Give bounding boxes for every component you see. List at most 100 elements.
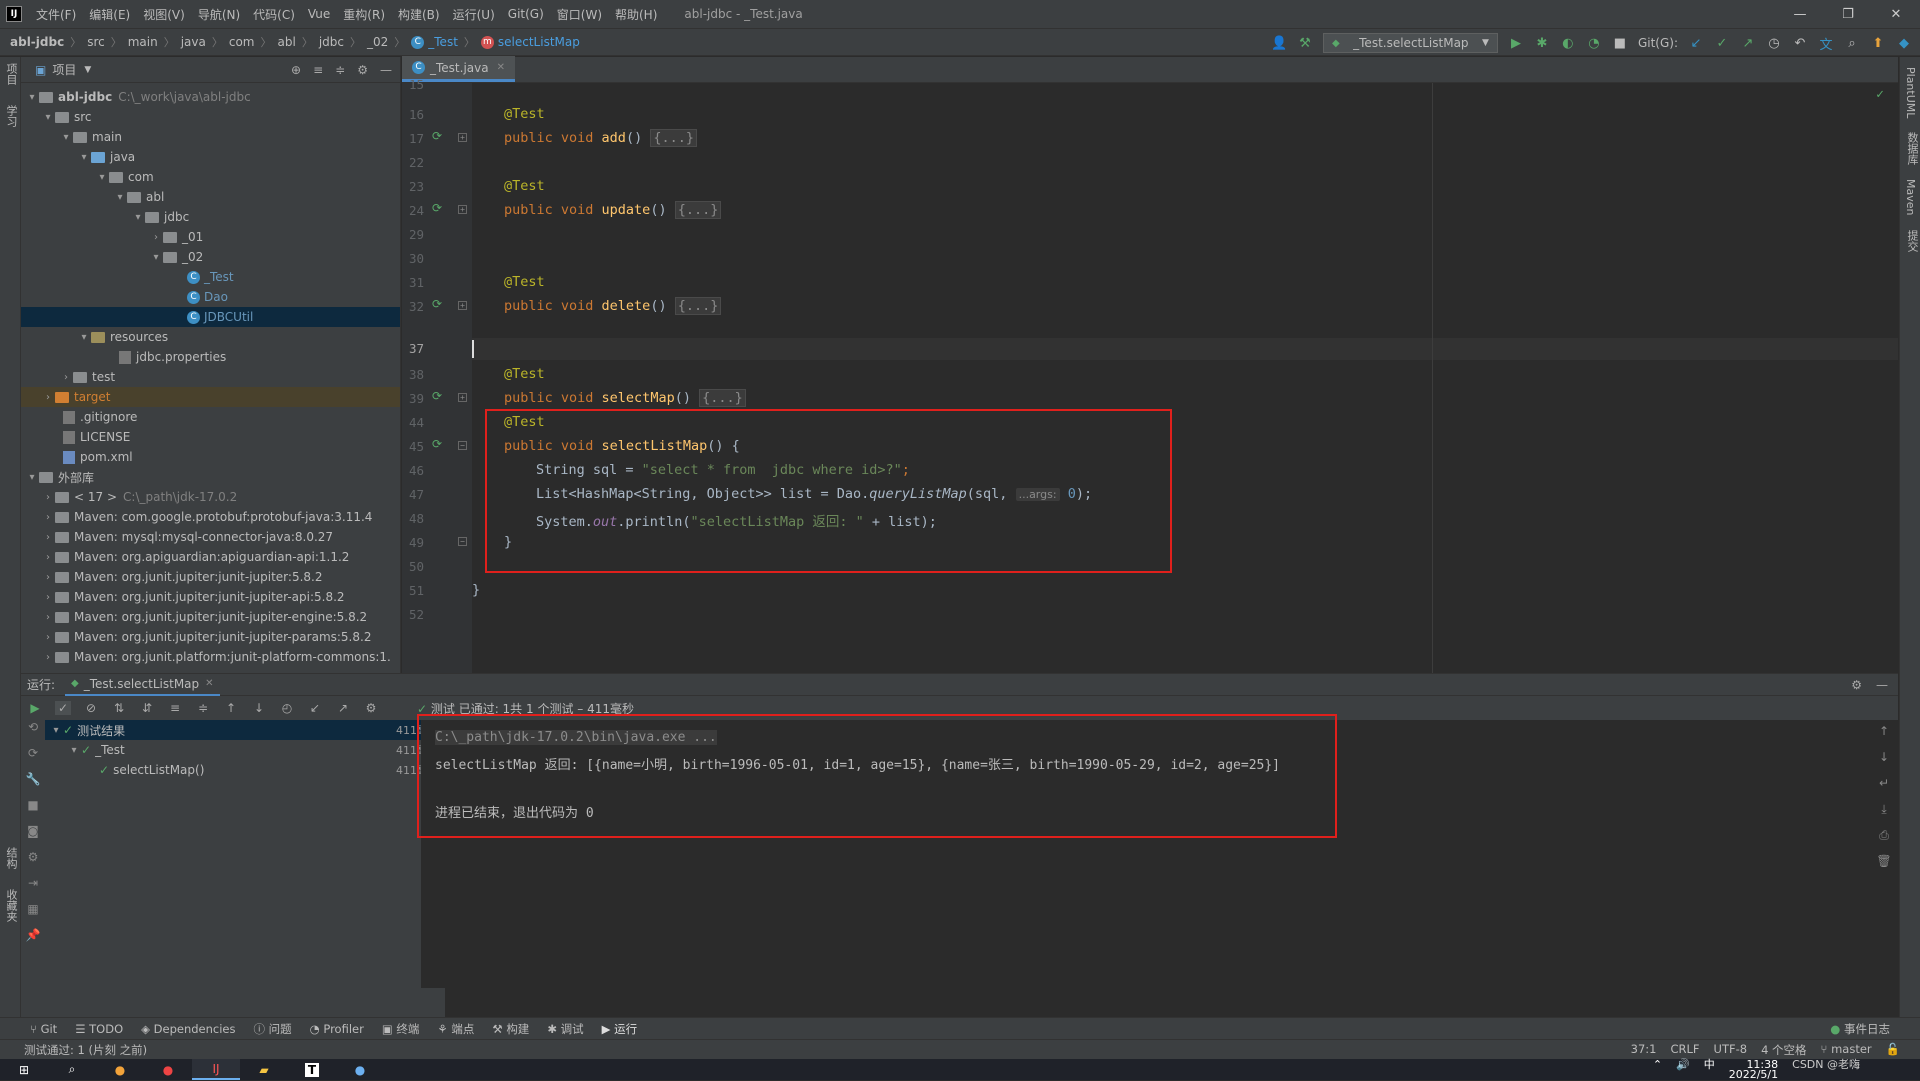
fold-icon[interactable]: +: [458, 133, 467, 142]
close-tab-icon[interactable]: ✕: [205, 678, 213, 689]
menu-file[interactable]: 文件(F): [36, 6, 76, 23]
menu-git[interactable]: Git(G): [508, 7, 544, 21]
run-test-gutter-icon[interactable]: ⟳: [432, 129, 442, 143]
breadcrumb-jdbc[interactable]: jdbc: [319, 35, 344, 49]
breadcrumb-class[interactable]: _Test: [428, 35, 458, 49]
run-tab[interactable]: ◆ _Test.selectListMap ✕: [65, 674, 220, 696]
tool-maven[interactable]: Maven: [1904, 179, 1917, 215]
show-passed-icon[interactable]: ✓: [55, 701, 71, 715]
breadcrumb-method[interactable]: selectListMap: [498, 35, 580, 49]
tool-commit[interactable]: 提交: [1904, 230, 1920, 252]
tree-node-lib[interactable]: › Maven: mysql:mysql-connector-java:8.0.2…: [21, 527, 400, 547]
tree-node-com[interactable]: ▾ com: [21, 167, 400, 187]
console-output[interactable]: C:\_path\jdk-17.0.2\bin\java.exe ... sel…: [417, 714, 1876, 988]
menu-code[interactable]: 代码(C): [253, 6, 295, 23]
wrench-icon[interactable]: 🔧: [21, 772, 45, 798]
tree-node-lib[interactable]: › Maven: org.junit.jupiter:junit-jupiter:…: [21, 567, 400, 587]
history-icon[interactable]: ◷: [1766, 36, 1782, 51]
close-icon[interactable]: ✕: [1872, 0, 1920, 28]
toggle-auto-test-icon[interactable]: ⟳: [21, 746, 45, 772]
fold-icon[interactable]: −: [458, 537, 467, 546]
profile-icon[interactable]: ◔: [1586, 36, 1602, 51]
fold-icon[interactable]: +: [458, 205, 467, 214]
tree-node-abl[interactable]: ▾ abl: [21, 187, 400, 207]
windows-start-icon[interactable]: ⊞: [0, 1059, 48, 1080]
run-test-gutter-icon[interactable]: ⟳: [432, 389, 442, 403]
tree-node-resources[interactable]: ▾ resources: [21, 327, 400, 347]
prev-failed-icon[interactable]: ↑: [223, 701, 239, 715]
rollback-icon[interactable]: ↶: [1792, 36, 1808, 51]
trash-icon[interactable]: 🗑: [1870, 854, 1898, 880]
collapse-all-icon[interactable]: ≑: [335, 63, 345, 77]
git-branch[interactable]: ⑂ master: [1821, 1042, 1872, 1058]
tool-tab-dependencies[interactable]: ◈ Dependencies: [141, 1022, 235, 1036]
tool-tab-debug[interactable]: ✱ 调试: [547, 1021, 583, 1037]
event-log-button[interactable]: ● 事件日志: [1830, 1021, 1920, 1037]
search-icon[interactable]: ⌕: [1844, 36, 1860, 51]
hide-icon[interactable]: —: [1876, 678, 1888, 692]
exit-icon[interactable]: ⇥: [21, 876, 45, 902]
tree-node-lib[interactable]: › Maven: org.junit.jupiter:junit-jupiter-…: [21, 607, 400, 627]
import-tests-icon[interactable]: ↙: [307, 701, 323, 715]
show-ignored-icon[interactable]: ⊘: [83, 701, 99, 715]
test-class-node[interactable]: ▾ ✓ _Test 411毫秒: [45, 740, 445, 760]
dump-threads-icon[interactable]: ⚙: [21, 850, 45, 876]
tool-tab-terminal[interactable]: ▣ 终端: [382, 1021, 420, 1037]
next-failed-icon[interactable]: ↓: [251, 701, 267, 715]
tree-node-root[interactable]: ▾ abl-jdbc C:\_work\java\abl-jdbc: [21, 87, 400, 107]
explorer-icon[interactable]: ▰: [240, 1059, 288, 1080]
intellij-taskbar-icon[interactable]: IJ: [192, 1059, 240, 1080]
tree-node-src[interactable]: ▾ src: [21, 107, 400, 127]
tree-node-main[interactable]: ▾ main: [21, 127, 400, 147]
tree-node-lib[interactable]: › Maven: org.apiguardian:apiguardian-api:…: [21, 547, 400, 567]
export-tests-icon[interactable]: ↗: [335, 701, 351, 715]
tool-tab-endpoints[interactable]: ⚘ 端点: [437, 1021, 474, 1037]
tree-node-lib[interactable]: › Maven: com.google.protobuf:protobuf-jav…: [21, 507, 400, 527]
breadcrumb-src[interactable]: src: [87, 35, 105, 49]
tree-node-01[interactable]: › _01: [21, 227, 400, 247]
gear-icon[interactable]: ⚙: [1851, 678, 1862, 692]
tree-node-test[interactable]: › test: [21, 367, 400, 387]
app-icon[interactable]: ●: [336, 1059, 384, 1080]
fold-icon[interactable]: +: [458, 301, 467, 310]
run-icon[interactable]: ▶: [1508, 36, 1524, 51]
tool-tab-git[interactable]: ⑂ Git: [30, 1022, 57, 1036]
soft-wrap-icon[interactable]: ↵: [1870, 776, 1898, 802]
expand-all-icon[interactable]: ≡: [313, 63, 323, 77]
sort-alpha-icon[interactable]: ⇅: [111, 701, 127, 715]
tree-node-license[interactable]: LICENSE: [21, 427, 400, 447]
tool-structure[interactable]: 结构: [3, 847, 19, 869]
menu-vue[interactable]: Vue: [308, 7, 330, 21]
tool-favorites[interactable]: 收藏夹: [3, 889, 19, 922]
tree-node-lib[interactable]: › Maven: org.junit.platform:junit-platfor…: [21, 647, 400, 667]
minimize-icon[interactable]: —: [1776, 0, 1824, 28]
line-separator[interactable]: CRLF: [1670, 1042, 1699, 1058]
rerun-failed-icon[interactable]: ⟲: [21, 720, 45, 746]
translate-icon[interactable]: 文: [1818, 34, 1834, 53]
stop-icon[interactable]: ■: [1612, 36, 1628, 51]
test-method-node[interactable]: ✓ selectListMap() 411毫秒: [45, 760, 445, 780]
menu-edit[interactable]: 编辑(E): [89, 6, 130, 23]
menu-navigate[interactable]: 导航(N): [198, 6, 240, 23]
rerun-icon[interactable]: ▶: [27, 701, 43, 715]
tree-node-jdbcutil[interactable]: C JDBCUtil: [21, 307, 400, 327]
tool-tab-build[interactable]: ⚒ 构建: [492, 1021, 529, 1037]
clock[interactable]: ⌃ 🔊 中 11:38 2022/5/1 CSDN @老嗨: [1653, 1059, 1920, 1080]
tree-node-gitignore[interactable]: .gitignore: [21, 407, 400, 427]
build-hammer-icon[interactable]: ⚒: [1297, 36, 1313, 51]
tree-node-external-libs[interactable]: ▾ 外部库: [21, 467, 400, 487]
breadcrumb-main[interactable]: main: [128, 35, 158, 49]
tool-plantuml[interactable]: PlantUML: [1904, 67, 1917, 118]
breadcrumb-java[interactable]: java: [181, 35, 206, 49]
run-test-gutter-icon[interactable]: ⟳: [432, 437, 442, 451]
sort-duration-icon[interactable]: ⇵: [139, 701, 155, 715]
search-icon[interactable]: ⌕: [48, 1059, 96, 1080]
breadcrumb-abl[interactable]: abl: [278, 35, 296, 49]
indent-setting[interactable]: 4 个空格: [1761, 1042, 1806, 1058]
menu-refactor[interactable]: 重构(R): [343, 6, 385, 23]
menu-run[interactable]: 运行(U): [453, 6, 495, 23]
tree-node-pom[interactable]: pom.xml: [21, 447, 400, 467]
git-update-icon[interactable]: ↙: [1688, 36, 1704, 51]
run-test-gutter-icon[interactable]: ⟳: [432, 201, 442, 215]
tree-node-lib[interactable]: › Maven: org.junit.jupiter:junit-jupiter-…: [21, 587, 400, 607]
